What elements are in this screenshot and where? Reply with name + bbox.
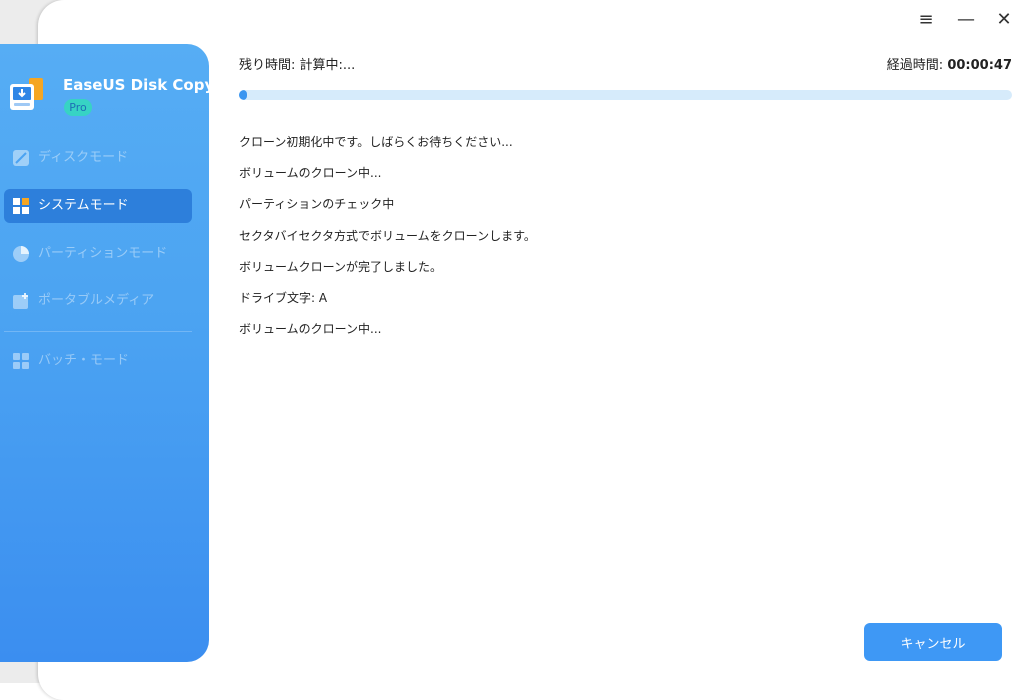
sidebar-item-label: パーティションモード xyxy=(38,246,168,261)
log-line: ボリュームのクローン中... xyxy=(239,322,382,336)
app-name: EaseUS Disk Copy xyxy=(63,76,215,94)
pro-badge: Pro xyxy=(64,99,92,116)
windows-icon xyxy=(13,198,29,214)
sidebar-item-batch-mode[interactable]: バッチ・モード xyxy=(4,344,192,378)
disk-copy-logo-icon xyxy=(10,78,43,110)
log-line: ボリュームのクローン中... xyxy=(239,166,382,180)
elapsed-time: 経過時間: 00:00:47 xyxy=(887,54,1012,73)
minimize-icon[interactable]: — xyxy=(954,8,978,32)
brand: EaseUS Disk Copy Pro xyxy=(10,74,214,124)
log-line: クローン初期化中です。しばらくお待ちください... xyxy=(239,135,513,149)
sidebar-divider xyxy=(4,331,192,332)
remaining-time: 残り時間: 計算中:... xyxy=(239,58,356,73)
menu-icon[interactable]: ≡ xyxy=(914,8,938,32)
sidebar-item-label: システムモード xyxy=(38,198,129,213)
grid-icon xyxy=(13,353,29,369)
portable-media-icon xyxy=(13,293,28,309)
log-line: パーティションのチェック中 xyxy=(239,197,395,211)
sidebar: EaseUS Disk Copy Pro ディスクモード システムモード パーテ… xyxy=(0,44,214,662)
cancel-button[interactable]: キャンセル xyxy=(864,623,1002,661)
elapsed-time-label: 経過時間: xyxy=(886,58,944,73)
pie-icon xyxy=(13,246,29,262)
sidebar-item-system-mode[interactable]: システムモード xyxy=(4,189,192,223)
log-line: セクタバイセクタ方式でボリュームをクローンします。 xyxy=(239,229,536,243)
sidebar-item-partition-mode[interactable]: パーティションモード xyxy=(4,237,192,271)
progress-bar xyxy=(239,90,1012,100)
sidebar-item-label: バッチ・モード xyxy=(38,353,130,368)
sidebar-item-label: ディスクモード xyxy=(38,150,129,165)
disk-icon xyxy=(13,150,29,166)
sidebar-item-portable-media[interactable]: ポータブルメディア xyxy=(4,284,192,318)
elapsed-time-value: 00:00:47 xyxy=(947,58,1012,73)
progress-fill xyxy=(239,90,247,100)
log-line: ドライブ文字: A xyxy=(239,291,328,305)
log-line: ボリュームクローンが完了しました。 xyxy=(239,260,443,274)
close-icon[interactable]: ✕ xyxy=(992,8,1016,32)
sidebar-item-label: ポータブルメディア xyxy=(38,293,155,308)
sidebar-item-disk-mode[interactable]: ディスクモード xyxy=(4,141,192,175)
